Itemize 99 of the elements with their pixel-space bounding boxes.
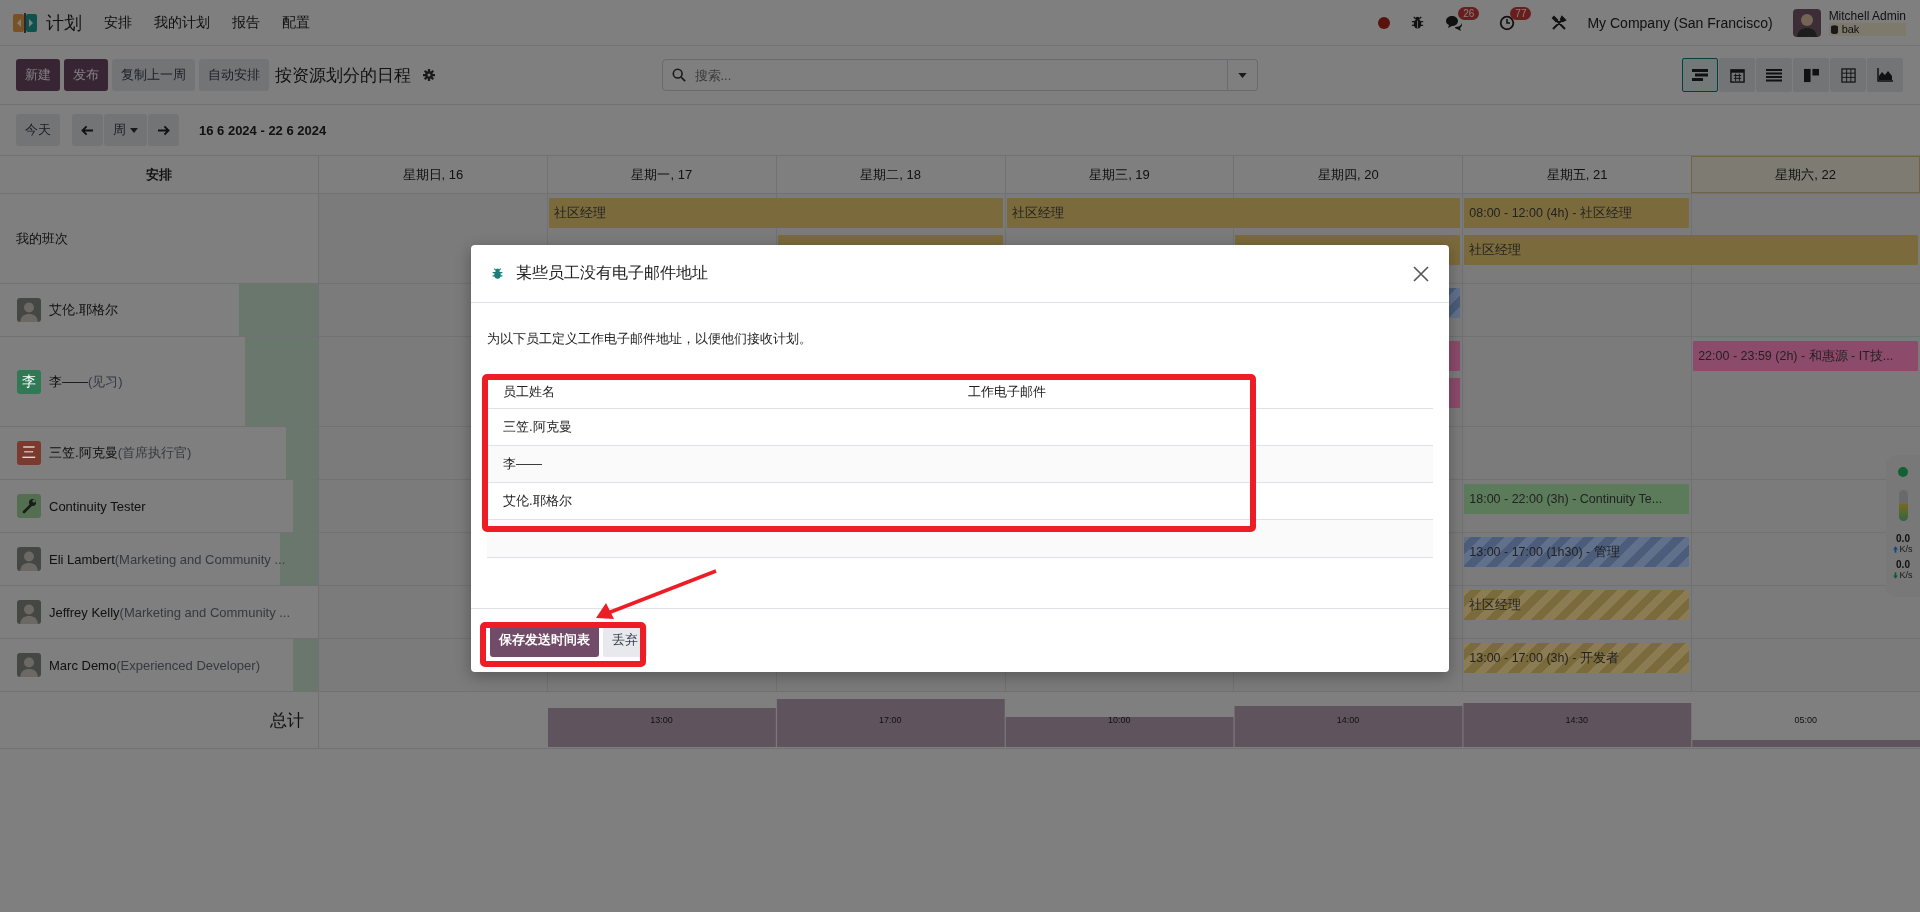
left-arrow-icon (81, 124, 94, 136)
toolbar-button[interactable]: 自动安排 (199, 59, 269, 91)
view-switch-button[interactable] (1867, 58, 1903, 92)
shift-bar[interactable]: 18:00 - 22:00 (3h) - Continuity Te... (1464, 484, 1690, 514)
day-header: 星期六, 22 (1691, 156, 1920, 193)
table-cell[interactable]: 艾伦.耶格尔 (487, 482, 960, 520)
resource-name: 李——(见习) (49, 372, 123, 391)
total-hours: 17:00 (878, 715, 902, 726)
settings-icon[interactable] (423, 69, 435, 81)
caret-icon (130, 127, 138, 133)
user-name[interactable]: Mitchell Admin (1828, 9, 1906, 23)
day-header: 星期二, 18 (775, 156, 1005, 193)
area-chart-icon (1877, 68, 1893, 82)
menu-item[interactable]: 报告 (232, 13, 260, 32)
total-hours: 14:30 (1565, 715, 1588, 726)
resource-name: Jeffrey Kelly(Marketing and Community ... (49, 604, 291, 620)
calendar-icon (1729, 67, 1745, 83)
upload-speed: 0.0 (1896, 533, 1910, 544)
bug-icon[interactable] (1410, 15, 1426, 30)
column-header: 工作电子邮件 (960, 375, 1433, 409)
table-cell[interactable]: 三笠.阿克曼 (487, 408, 960, 446)
notification-badge: 26 (1458, 6, 1480, 20)
database-label: bak (1828, 22, 1906, 36)
menu-item[interactable]: 我的计划 (154, 13, 210, 32)
tools-icon[interactable] (1551, 14, 1568, 31)
total-hours: 05:00 (1794, 715, 1817, 726)
shift-bar[interactable]: 13:00 - 17:00 (3h) - 开发者 (1464, 643, 1690, 673)
dialog-title: 某些员工没有电子邮件地址 (516, 263, 709, 283)
column-header: 安排 (145, 165, 173, 184)
shift-bar[interactable]: 22:00 - 23:59 (2h) - 和惠源 - IT技... (1693, 341, 1918, 371)
date-range: 16 6 2024 - 22 6 2024 (199, 122, 327, 138)
caret-icon (1237, 72, 1247, 78)
next-button[interactable] (148, 114, 179, 146)
gantt-icon (1692, 68, 1708, 82)
avatar-letter: 李 (17, 369, 41, 394)
view-switch-button[interactable] (1719, 58, 1755, 92)
app-logo-icon[interactable] (13, 12, 37, 33)
avatar-icon (17, 653, 41, 677)
avatar-icon (17, 298, 41, 322)
day-header: 星期日, 16 (318, 156, 547, 193)
today-button[interactable]: 今天 (16, 114, 60, 146)
clock-icon[interactable] (1499, 14, 1516, 31)
previous-button[interactable] (72, 114, 103, 146)
company-switcher[interactable]: My Company (San Francisco) (1587, 14, 1773, 31)
avatar-icon (17, 600, 41, 624)
avatar-letter: 三 (17, 441, 41, 465)
search-dropdown-button[interactable] (1227, 59, 1258, 91)
notification-badge: 77 (1510, 6, 1532, 20)
resource-name: 我的班次 (16, 229, 68, 248)
shift-bar[interactable]: 08:00 - 12:00 (4h) - 社区经理 (1464, 198, 1690, 228)
kanban-icon (1803, 67, 1819, 83)
close-icon[interactable] (1413, 265, 1429, 282)
resource-name: Marc Demo(Experienced Developer) (49, 657, 260, 673)
view-title: 按资源划分的日程 (275, 64, 411, 87)
total-label: 总计 (269, 709, 305, 732)
shift-bar[interactable]: 社区经理 (1006, 198, 1461, 228)
wrench-icon (17, 494, 41, 518)
speed-unit: K/s (1899, 570, 1913, 581)
column-header: 员工姓名 (487, 375, 960, 409)
menu-item[interactable]: 配置 (282, 13, 310, 32)
shift-bar[interactable]: 社区经理 (1464, 235, 1918, 265)
resource-name: 艾伦.耶格尔 (49, 301, 118, 319)
app-name[interactable]: 计划 (46, 10, 82, 35)
chat-icon[interactable] (1445, 14, 1464, 31)
total-hours: 14:00 (1336, 715, 1360, 726)
view-switch-button[interactable] (1682, 58, 1718, 92)
user-avatar-icon[interactable] (1792, 8, 1821, 37)
menu-item[interactable]: 安排 (104, 13, 132, 32)
resource-name: Continuity Tester (49, 498, 146, 514)
right-arrow-icon (157, 124, 170, 136)
record-dot-icon[interactable] (1378, 16, 1391, 29)
day-header: 星期一, 17 (546, 156, 776, 193)
download-speed: 0.0 (1896, 559, 1910, 570)
view-switch-button[interactable] (1793, 58, 1829, 92)
resource-name: Eli Lambert(Marketing and Community ... (49, 551, 286, 567)
total-hours: 10:00 (1107, 715, 1131, 726)
search-field[interactable]: 搜索... (661, 59, 1228, 91)
dialog-message: 为以下员工定义工作电子邮件地址，以便他们接收计划。 (487, 331, 813, 348)
scale-dropdown[interactable]: 周 (104, 114, 147, 146)
view-switch-button[interactable] (1756, 58, 1792, 92)
database-icon (1830, 24, 1838, 34)
toolbar-button[interactable]: 发布 (64, 59, 108, 91)
shift-bar[interactable]: 社区经理 (1464, 590, 1690, 620)
up-arrow-icon (1893, 546, 1899, 553)
avatar-icon (17, 547, 41, 571)
bug-icon (491, 267, 504, 280)
status-dot-icon (1898, 467, 1908, 477)
table-icon (1840, 67, 1856, 83)
shift-bar[interactable]: 社区经理 (548, 198, 1003, 228)
total-hours: 13:00 (650, 715, 673, 726)
list-icon (1766, 68, 1782, 82)
resource-name: 三笠.阿克曼(首席执行官) (49, 444, 192, 462)
speed-unit: K/s (1899, 544, 1913, 555)
down-arrow-icon (1893, 572, 1899, 579)
day-header: 星期四, 20 (1233, 156, 1463, 193)
view-switch-button[interactable] (1830, 58, 1866, 92)
day-header: 星期三, 19 (1004, 156, 1234, 193)
toolbar-button[interactable]: 新建 (16, 59, 60, 91)
shift-bar[interactable]: 13:00 - 17:00 (1h30) - 管理 (1464, 537, 1690, 567)
